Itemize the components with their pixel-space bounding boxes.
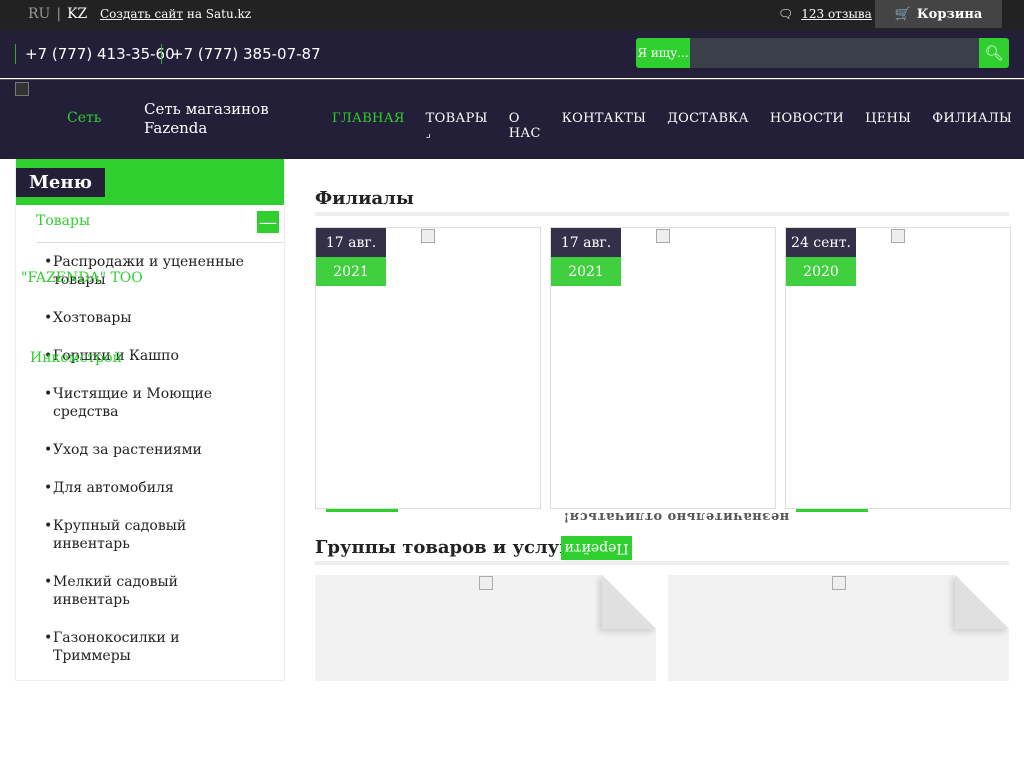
sidebar-item[interactable]: Для автомобиля: [44, 479, 254, 497]
sidebar-item-label: Крупный садовый инвентарь: [53, 518, 187, 552]
collapse-icon[interactable]: —: [257, 211, 279, 233]
nav-contacts[interactable]: КОНТАКТЫ: [562, 111, 647, 141]
sidebar-item-label: Уход за растениями: [53, 442, 202, 458]
nav-prices[interactable]: ЦЕНЫ: [865, 111, 911, 141]
comment-icon: 🗨: [778, 7, 794, 21]
phone-1[interactable]: +7 (777) 413-35-60: [15, 44, 175, 64]
card-year: 2021: [316, 257, 386, 286]
nav-delivery[interactable]: ДОСТАВКА: [667, 111, 749, 141]
page-fold-icon: [955, 575, 1009, 629]
top-bar: RU | KZ Создать сайт на Satu.kz 🗨 123 отзыв…: [0, 0, 1024, 30]
sidebar-title: Меню: [16, 168, 105, 197]
card-accent: [326, 509, 398, 512]
nav-products-label: ТОВАРЫ: [425, 111, 488, 126]
search-label: Я ищу...: [636, 38, 690, 68]
divider: [36, 242, 284, 243]
nav-branches[interactable]: ФИЛИАЛЫ: [932, 111, 1012, 141]
card-date: 17 авг.: [551, 228, 621, 257]
branches-title: Филиалы: [315, 188, 414, 209]
lang-separator: |: [56, 6, 62, 22]
slogan: Сеть магазинов Fazenda: [144, 100, 269, 138]
sidebar-category[interactable]: Товары: [36, 213, 90, 229]
sidebar-item-label: Чистящие и Моющие средства: [53, 386, 213, 420]
reviews-link[interactable]: 123 отзыва: [801, 7, 872, 21]
nav-about[interactable]: О НАС: [509, 111, 541, 141]
card-image: [421, 229, 435, 243]
card-accent: [796, 509, 868, 512]
mirrored-notice: незначительно отличаться!: [563, 509, 790, 524]
page-fold-icon: [602, 575, 656, 629]
product-group-card[interactable]: [668, 575, 1009, 681]
sidebar-item-label: Для автомобиля: [53, 480, 174, 496]
chevron-down-icon: ⌟: [425, 127, 432, 140]
company-link-fazenda[interactable]: "FAZENDA" ТОО: [21, 270, 143, 286]
card-image: [891, 229, 905, 243]
card-date: 24 сент.: [786, 228, 856, 257]
groups-title: Группы товаров и услуг: [315, 537, 571, 558]
card-year: 2020: [786, 257, 856, 286]
main-header: Сеть Сеть магазинов Fazenda ГЛАВНАЯ ТОВА…: [0, 79, 1024, 159]
branch-card[interactable]: 17 авг. 2021: [315, 227, 541, 512]
sidebar-item[interactable]: Чистящие и Моющие средства: [44, 385, 254, 421]
branch-card[interactable]: 24 сент. 2020: [785, 227, 1011, 512]
sidebar-item-label: Газонокосилки и Триммеры: [53, 630, 180, 664]
create-site-suffix: на Satu.kz: [186, 7, 252, 21]
sidebar-header: Меню: [16, 159, 284, 205]
nav-news[interactable]: НОВОСТИ: [770, 111, 844, 141]
cart-label: Корзина: [916, 6, 983, 22]
search-icon: 🔍︎: [984, 44, 1004, 62]
search-input[interactable]: [690, 38, 979, 68]
logo-text[interactable]: Сеть: [67, 110, 101, 126]
sidebar-item[interactable]: Уход за растениями: [44, 441, 254, 459]
nav-products[interactable]: ТОВАРЫ ⌟: [426, 111, 488, 141]
slogan-line2: Fazenda: [144, 119, 208, 137]
contact-bar: +7 (777) 413-35-60 +7 (777) 385-07-87 Я …: [0, 30, 1024, 78]
create-site: Создать сайт на Satu.kz: [100, 7, 251, 21]
sidebar-menu: Меню Товары — Распродажи и уцененные тов…: [15, 159, 285, 681]
divider: [315, 561, 1009, 565]
main-nav: ГЛАВНАЯ ТОВАРЫ ⌟ О НАС КОНТАКТЫ ДОСТАВКА…: [332, 111, 1024, 141]
lang-ru[interactable]: RU: [28, 6, 50, 22]
product-group-card[interactable]: [315, 575, 656, 681]
company-link-inkomstroy[interactable]: Инкомстрой: [30, 350, 122, 366]
goto-button[interactable]: Перейти: [561, 536, 632, 560]
cart-icon: 🛒: [894, 6, 911, 22]
sidebar-item[interactable]: Крупный садовый инвентарь: [44, 517, 254, 553]
sidebar-item[interactable]: Мелкий садовый инвентарь: [44, 573, 254, 609]
sidebar-item-label: Хозтовары: [53, 310, 132, 326]
group-image: [832, 576, 846, 590]
reviews: 🗨 123 отзыва: [778, 7, 872, 21]
slogan-line1: Сеть магазинов: [144, 100, 269, 118]
cart-button[interactable]: 🛒 Корзина: [875, 0, 1002, 28]
sidebar-item-label: Мелкий садовый инвентарь: [53, 574, 178, 608]
group-image: [479, 576, 493, 590]
card-year: 2021: [551, 257, 621, 286]
nav-home[interactable]: ГЛАВНАЯ: [332, 111, 405, 141]
language-switcher: RU | KZ: [28, 6, 87, 22]
logo-image[interactable]: [15, 82, 29, 96]
search-button[interactable]: 🔍︎: [979, 38, 1009, 68]
phone-2[interactable]: +7 (777) 385-07-87: [161, 44, 321, 64]
search-form: Я ищу... 🔍︎: [636, 38, 1009, 68]
card-date: 17 авг.: [316, 228, 386, 257]
divider: [315, 212, 1009, 216]
lang-kz[interactable]: KZ: [67, 6, 87, 22]
sidebar-item[interactable]: Хозтовары: [44, 309, 254, 327]
card-image: [656, 229, 670, 243]
create-site-link[interactable]: Создать сайт: [100, 7, 183, 21]
branch-card[interactable]: 17 авг. 2021: [550, 227, 776, 509]
sidebar-item[interactable]: Газонокосилки и Триммеры: [44, 629, 254, 665]
